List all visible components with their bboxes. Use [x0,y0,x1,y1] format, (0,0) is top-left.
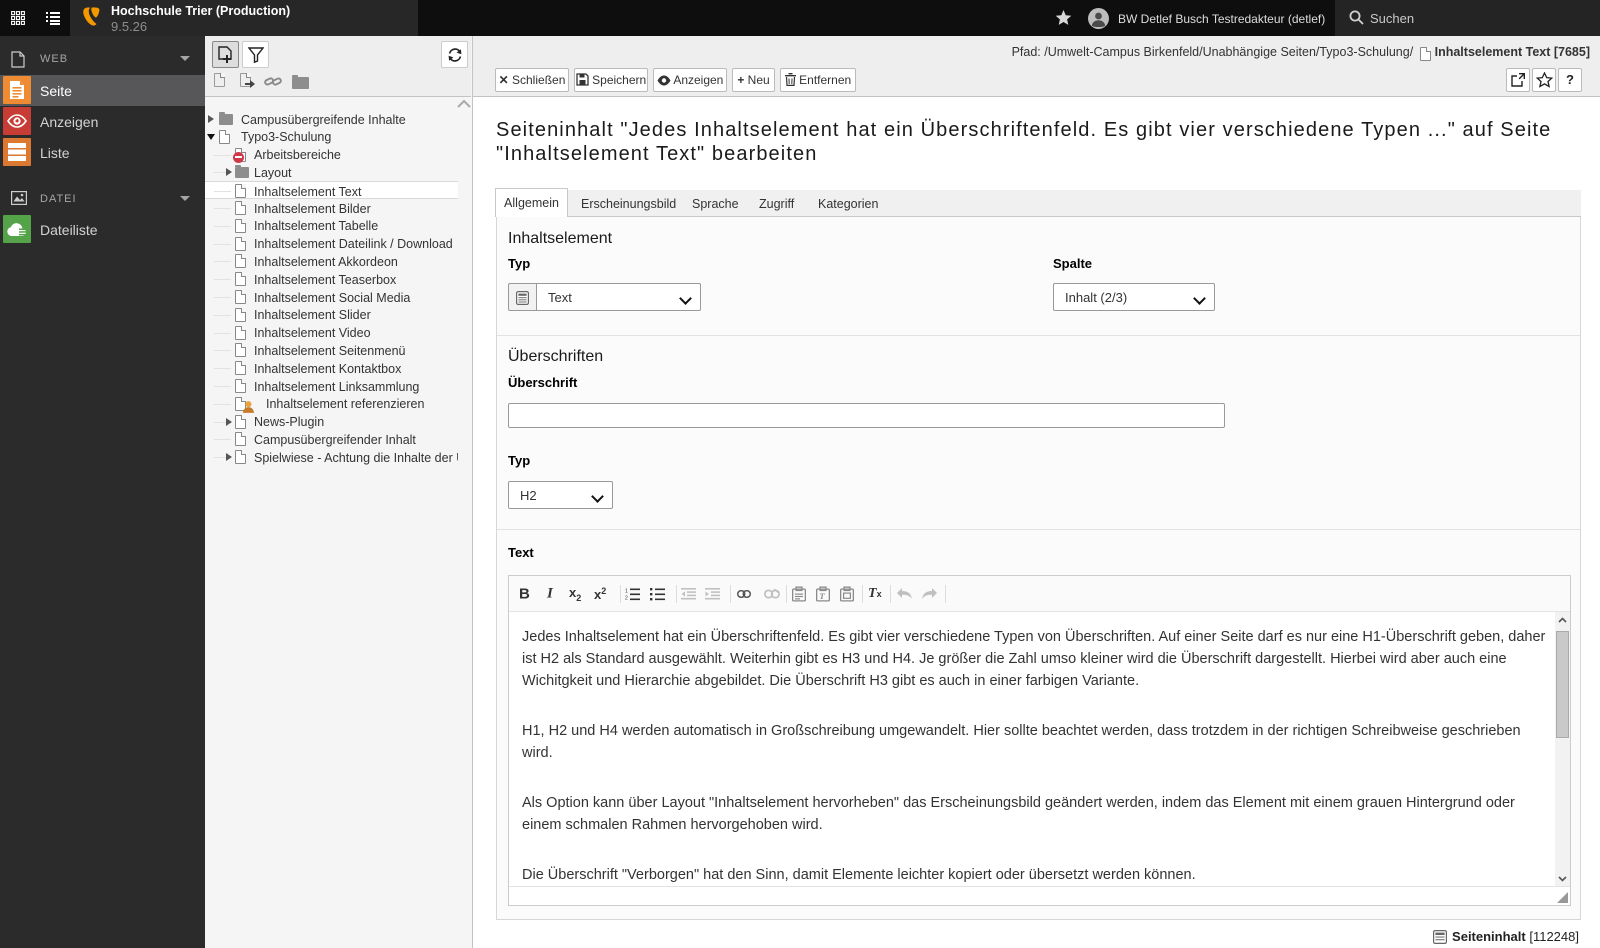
svg-text:1: 1 [625,588,628,594]
svg-text:2: 2 [625,595,628,600]
svg-text:T: T [819,591,825,601]
